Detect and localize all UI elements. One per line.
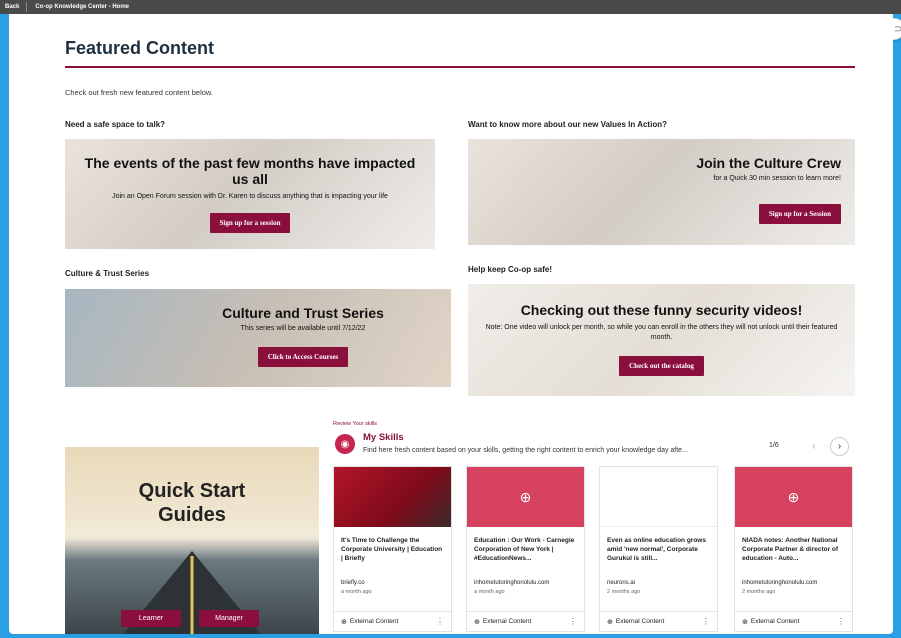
content-card[interactable]: ⊕ Education : Our Work - Carnegie Corpor… [466,466,585,632]
banner-values: Join the Culture Crew for a Quick 30 min… [468,139,855,245]
card-footer: ⊕ External Content ⋮ [467,611,584,631]
chevron-left-icon[interactable]: ‹ [805,437,823,455]
card-source: neurons.ai [607,580,636,586]
card-type: External Content [349,618,399,625]
card-age: 2 months ago [607,589,641,595]
globe-icon: ⊕ [787,488,800,505]
learner-button[interactable]: Learner [121,610,181,627]
card-title[interactable]: NIADA notes: Another National Corporate … [735,527,852,572]
kebab-menu-icon[interactable]: ⋮ [837,617,845,626]
skills-title[interactable]: My Skills [363,432,404,443]
compass-icon: ◉ [335,434,355,454]
back-link[interactable]: Back [0,2,28,12]
card-title[interactable]: Education : Our Work - Carnegie Corporat… [467,527,584,572]
page-title: Featured Content [65,38,215,58]
globe-icon: ⊕ [474,618,480,626]
banner-text: Join an Open Forum session with Dr. Kare… [112,193,388,200]
globe-icon: ⊕ [607,618,613,626]
card-source: inhometutoringhonolulu.com [474,580,550,586]
title-divider [65,66,855,68]
card-title[interactable]: It's Time to Challenge the Corporate Uni… [334,527,451,572]
banner-safety: Checking out these funny security videos… [468,284,855,396]
card-image [600,467,717,527]
signup-session-button[interactable]: Sign up for a Session [758,204,841,224]
card-type: External Content [615,618,665,625]
section-heading-talk: Need a safe space to talk? [65,120,166,129]
quick-start-title-line: Guides [158,504,226,526]
chevron-right-icon[interactable]: › [830,437,849,456]
banner-title: Join the Culture Crew [696,155,841,171]
card-image: ⊕ [735,467,852,527]
kebab-menu-icon[interactable]: ⋮ [569,617,577,626]
access-courses-button[interactable]: Click to Access Courses [257,347,349,367]
card-image: ⊕ [467,467,584,527]
card-footer: ⊕ External Content ⋮ [735,611,852,631]
banner-title: The events of the past few months have i… [84,155,416,187]
banner-title: Culture and Trust Series [222,305,384,321]
content-card[interactable]: ⊕ NIADA notes: Another National Corporat… [734,466,853,632]
banner-text: Note: One video will unlock per month, s… [485,324,838,341]
card-source: inhometutoringhonolulu.com [742,580,818,586]
manager-button[interactable]: Manager [199,610,259,627]
kebab-menu-icon[interactable]: ⋮ [702,617,710,626]
card-footer: ⊕ External Content ⋮ [334,611,451,631]
globe-icon: ⊕ [519,488,532,505]
quick-start-title-line: Quick Start [138,480,246,502]
content-card[interactable]: It's Time to Challenge the Corporate Uni… [333,466,452,632]
card-footer: ⊕ External Content ⋮ [600,611,717,631]
skills-description: Find here fresh content based on your sk… [363,447,688,454]
content-panel: Featured Content Check out fresh new fea… [9,14,893,634]
section-heading-culture: Culture & Trust Series [65,269,150,278]
top-bar: Back Co-op Knowledge Center - Home [0,0,901,14]
skills-label: Review Your skills [333,421,378,427]
breadcrumb[interactable]: Co-op Knowledge Center - Home [27,4,129,10]
section-heading-values: Want to know more about our new Values I… [468,120,667,129]
quick-start-card: Quick Start Guides Learner Manager [65,447,319,634]
card-age: a month ago [341,589,372,595]
card-age: a month ago [474,589,505,595]
globe-icon: ⊕ [341,618,347,626]
banner-text: This series will be available until 7/12… [240,325,366,332]
section-heading-safety: Help keep Co-op safe! [468,265,553,274]
banner-talk: The events of the past few months have i… [65,139,435,249]
quick-start-title: Quick Start Guides [65,479,319,527]
carousel-pager: 1/6 [769,442,779,449]
banner-text: for a Quick 30 min session to learn more… [713,175,841,182]
signup-session-button[interactable]: Sign up for a session [209,213,291,233]
card-type: External Content [750,618,800,625]
card-type: External Content [482,618,532,625]
card-title[interactable]: Even as online education grows amid 'new… [600,527,717,572]
card-image [334,467,451,527]
content-card[interactable]: Even as online education grows amid 'new… [599,466,718,632]
banner-culture: Culture and Trust Series This series wil… [65,289,451,387]
catalog-button[interactable]: Check out the catalog [619,356,704,376]
globe-icon: ⊕ [742,618,748,626]
road-line [190,556,194,634]
intro-text: Check out fresh new featured content bel… [65,88,214,97]
banner-title: Checking out these funny security videos… [520,302,803,318]
card-age: 2 months ago [742,589,776,595]
card-source: briefly.co [341,580,365,586]
kebab-menu-icon[interactable]: ⋮ [436,617,444,626]
